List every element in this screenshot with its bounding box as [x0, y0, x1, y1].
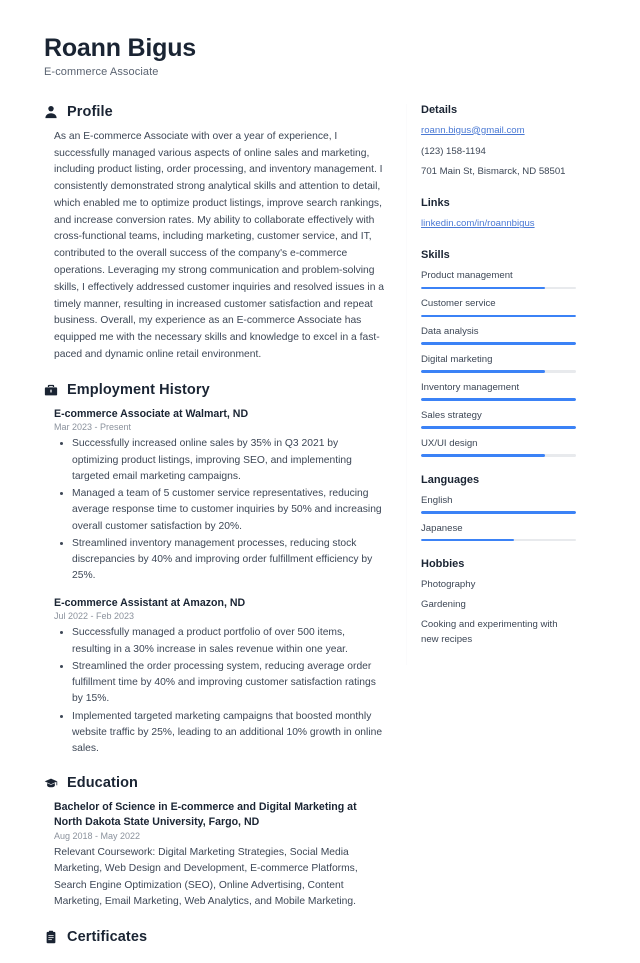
skill-bar-track [421, 342, 576, 345]
section-education: Education Bachelor of Science in E-comme… [44, 775, 386, 910]
skill-label: UX/UI design [421, 437, 478, 449]
briefcase-icon [44, 383, 58, 397]
resume-header: Roann Bigus E-commerce Associate [44, 34, 596, 78]
section-employment-body: E-commerce Associate at Walmart, ND Mar … [44, 407, 386, 758]
employment-entry-title: E-commerce Assistant at Amazon, ND [54, 596, 246, 609]
list-item: Implemented targeted marketing campaigns… [72, 709, 386, 758]
section-profile-body: As an E-commerce Associate with over a y… [44, 129, 386, 364]
address: 701 Main St, Bismarck, ND 58501 [421, 166, 566, 178]
skill-label: Inventory management [421, 381, 520, 393]
sidebar-links-title: Links [421, 197, 450, 210]
sidebar-details-title: Details [421, 103, 458, 116]
skill-label: Digital marketing [421, 353, 493, 365]
language-item: Japanese [421, 522, 576, 542]
section-employment-header: Employment History [44, 382, 386, 398]
employment-entry-bullets: Successfully managed a product portfolio… [54, 625, 386, 757]
skill-bar-track [421, 370, 576, 373]
section-employment: Employment History E-commerce Associate … [44, 382, 386, 758]
hobby-item: Gardening [421, 599, 466, 611]
section-education-title: Education [67, 775, 138, 792]
main-column: Profile As an E-commerce Associate with … [44, 104, 406, 963]
sidebar-hobbies-title: Hobbies [421, 558, 465, 571]
skill-item: Sales strategy [421, 409, 576, 429]
list-item: Managed a team of 5 customer service rep… [72, 486, 386, 535]
skill-bar-track [421, 286, 576, 290]
education-entry-description: Relevant Coursework: Digital Marketing S… [54, 846, 358, 908]
education-entry-title: Bachelor of Science in E-commerce and Di… [54, 801, 357, 829]
skill-bar-track [421, 426, 576, 429]
sidebar-links: Links linkedin.com/in/roannbigus [421, 197, 576, 232]
employment-entry: E-commerce Assistant at Amazon, ND Jul 2… [54, 596, 386, 758]
employment-entry-bullets: Successfully increased online sales by 3… [54, 436, 386, 584]
list-item: Streamlined the order processing system,… [72, 659, 386, 708]
section-certificates: Certificates [44, 929, 386, 945]
resume-page: Roann Bigus E-commerce Associate Profile… [0, 0, 640, 945]
graduation-cap-icon [44, 776, 58, 790]
skill-item: Customer service [421, 297, 576, 318]
skill-label: Sales strategy [421, 409, 482, 421]
skill-bar-fill [421, 342, 576, 345]
language-item: English [421, 494, 576, 514]
skill-bar-track [421, 454, 576, 457]
language-bar-track [421, 511, 576, 514]
section-certificates-title: Certificates [67, 928, 148, 945]
skill-bar-fill [421, 426, 576, 429]
employment-entry-date: Jul 2022 - Feb 2023 [54, 611, 135, 622]
clipboard-icon [44, 930, 58, 944]
resume-columns: Profile As an E-commerce Associate with … [44, 103, 596, 963]
section-employment-title: Employment History [67, 381, 210, 398]
sidebar-column: Details roann.bigus@gmail.com (123) 158-… [406, 103, 576, 665]
skill-bar-track [421, 398, 576, 401]
skill-item: UX/UI design [421, 437, 576, 457]
candidate-job-title: E-commerce Associate [44, 65, 159, 78]
skill-bar-fill [421, 314, 576, 318]
user-icon [44, 105, 58, 119]
employment-entry-date: Mar 2023 - Present [54, 422, 132, 433]
education-entry: Bachelor of Science in E-commerce and Di… [54, 800, 386, 910]
section-profile-header: Profile [44, 104, 386, 120]
education-entry-date: Aug 2018 - May 2022 [54, 830, 141, 841]
section-certificates-header: Certificates [44, 929, 386, 945]
email-link[interactable]: roann.bigus@gmail.com [421, 124, 576, 139]
skill-bar-fill [421, 286, 545, 290]
candidate-name: Roann Bigus [44, 34, 196, 62]
section-profile-title: Profile [67, 103, 113, 120]
sidebar-skills: Skills Product management Customer servi… [421, 249, 576, 457]
language-label: English [421, 494, 453, 506]
language-bar-fill [421, 511, 576, 514]
skill-item: Product management [421, 269, 576, 290]
skill-bar-fill [421, 454, 545, 457]
skill-label: Customer service [421, 298, 496, 310]
list-item: Successfully increased online sales by 3… [72, 436, 386, 485]
list-item: Successfully managed a product portfolio… [72, 625, 386, 658]
section-education-header: Education [44, 775, 386, 791]
sidebar-languages-title: Languages [421, 473, 480, 486]
list-item: Streamlined inventory management process… [72, 536, 386, 585]
sidebar-skills-title: Skills [421, 249, 450, 262]
employment-entry-title: E-commerce Associate at Walmart, ND [54, 407, 249, 420]
language-bar-fill [421, 538, 514, 542]
language-bar-track [421, 538, 576, 542]
employment-entry: E-commerce Associate at Walmart, ND Mar … [54, 407, 386, 585]
phone-number: (123) 158-1194 [421, 145, 486, 157]
skill-label: Data analysis [421, 326, 479, 338]
linkedin-link[interactable]: linkedin.com/in/roannbigus [421, 217, 576, 232]
section-profile: Profile As an E-commerce Associate with … [44, 104, 386, 364]
skill-bar-track [421, 314, 576, 318]
hobby-item: Cooking and experimenting with new recip… [421, 619, 558, 646]
skill-item: Digital marketing [421, 353, 576, 373]
sidebar-details: Details roann.bigus@gmail.com (123) 158-… [421, 104, 576, 181]
sidebar-hobbies: Hobbies Photography Gardening Cooking an… [421, 558, 576, 647]
hobby-item: Photography [421, 579, 476, 591]
language-label: Japanese [421, 522, 463, 534]
section-education-body: Bachelor of Science in E-commerce and Di… [44, 800, 386, 910]
skill-item: Inventory management [421, 381, 576, 401]
skill-bar-fill [421, 370, 545, 373]
skill-label: Product management [421, 270, 513, 282]
skill-bar-fill [421, 398, 576, 401]
sidebar-languages: Languages English Japanese [421, 474, 576, 542]
skill-item: Data analysis [421, 325, 576, 345]
profile-text: As an E-commerce Associate with over a y… [54, 130, 385, 360]
